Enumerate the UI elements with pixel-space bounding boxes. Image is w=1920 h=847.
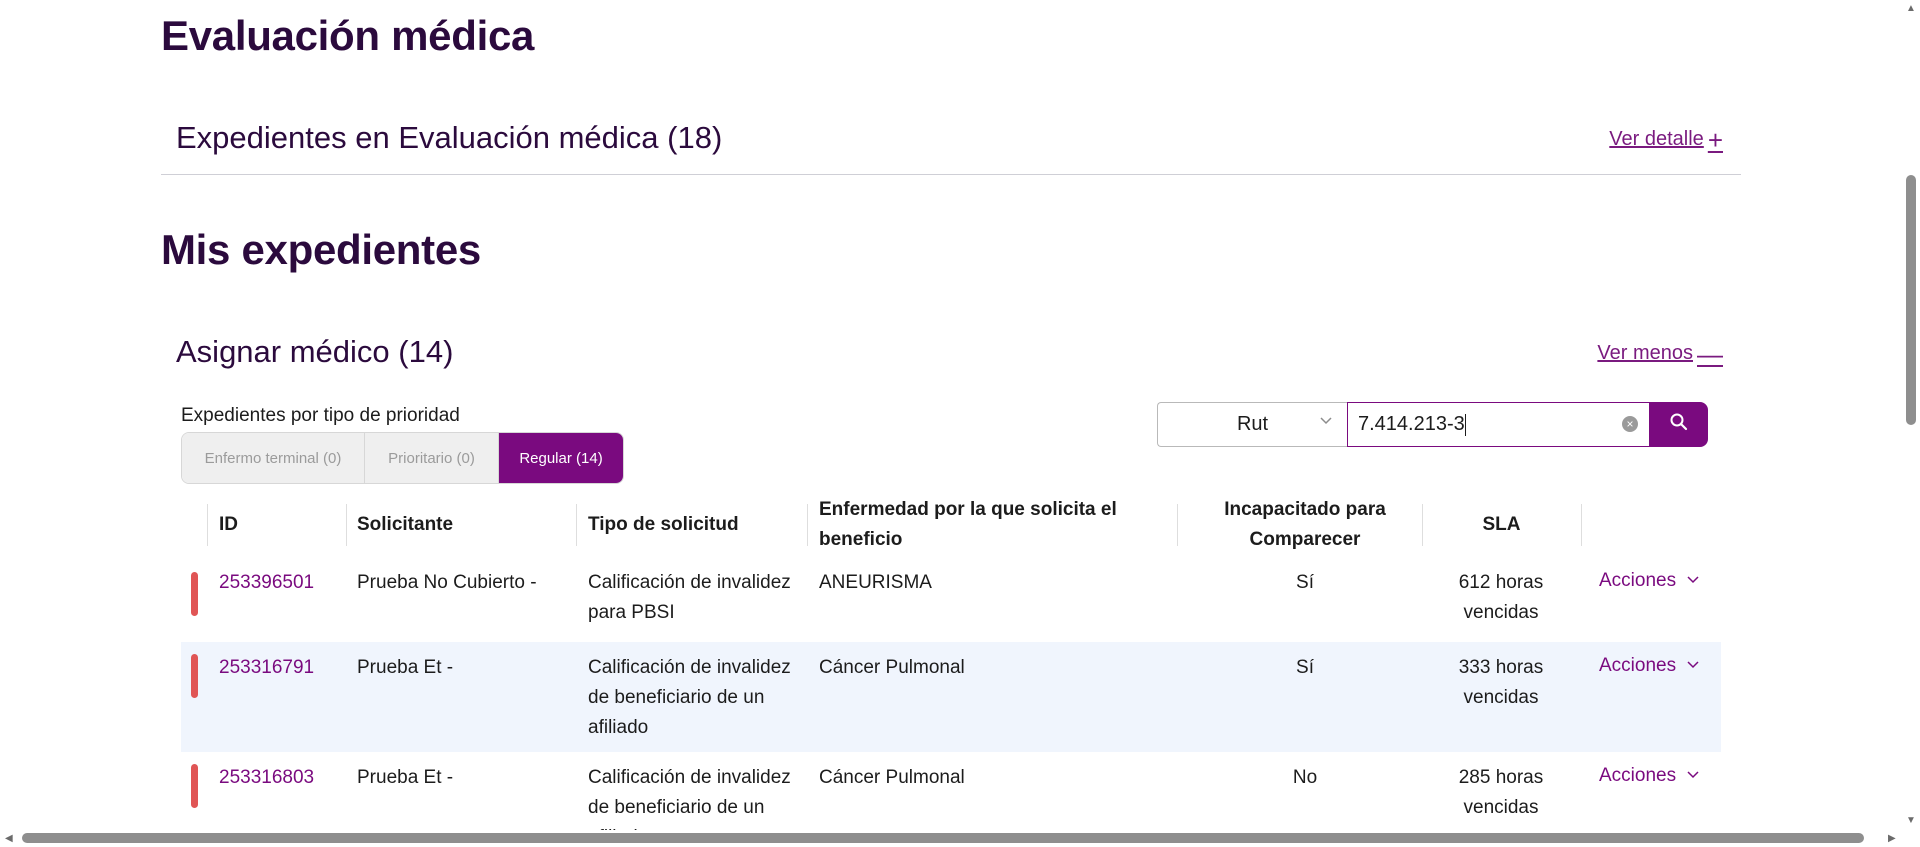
incapacitado-cell: Sí [1296, 657, 1314, 678]
chevron-down-icon [1686, 765, 1700, 787]
column-divider [807, 504, 808, 546]
acciones-label: Acciones [1599, 765, 1677, 786]
search-bar: Rut 7.414.213-3 × [1157, 402, 1708, 447]
table-header: ID Solicitante Tipo de solicitud Enferme… [181, 490, 1721, 560]
incapacitado-cell: Sí [1296, 572, 1314, 593]
ver-menos-link[interactable]: Ver menos — [1597, 338, 1723, 369]
column-header-id: ID [219, 514, 238, 535]
column-header-enfermedad: Enfermedad por la que solicita el benefi… [819, 499, 1117, 550]
sla-cell: 285 horas vencidas [1458, 767, 1544, 818]
column-divider [576, 504, 577, 546]
priority-filter-label: Expedientes por tipo de prioridad [181, 405, 460, 426]
acciones-label: Acciones [1599, 655, 1677, 676]
section-title: Asignar médico (14) [176, 334, 454, 369]
priority-option-prioritario[interactable]: Prioritario (0) [365, 433, 499, 483]
search-icon [1669, 412, 1689, 437]
chevron-down-icon [1319, 413, 1333, 432]
expediente-id-link[interactable]: 253316803 [219, 763, 314, 793]
page: Evaluación médica Expedientes en Evaluac… [0, 0, 1902, 830]
search-field-select[interactable]: Rut [1157, 402, 1347, 447]
chevron-down-icon [1686, 655, 1700, 677]
sla-cell: 333 horas vencidas [1458, 657, 1544, 708]
text-caret [1464, 413, 1466, 436]
column-divider [1581, 504, 1582, 546]
search-field-value: Rut [1236, 413, 1269, 435]
acciones-dropdown[interactable]: Acciones [1599, 655, 1700, 677]
column-divider [346, 504, 347, 546]
enfermedad-cell: ANEURISMA [819, 572, 932, 593]
column-header-sla: SLA [1482, 514, 1521, 535]
search-input[interactable]: 7.414.213-3 × [1347, 402, 1650, 447]
section-asignar-medico: Asignar médico (14) Ver menos — [161, 326, 1741, 376]
priority-marker [191, 572, 198, 616]
acciones-label: Acciones [1599, 570, 1677, 591]
clear-icon[interactable]: × [1622, 416, 1638, 432]
sla-cell: 612 horas vencidas [1458, 572, 1544, 623]
scroll-down-arrow-icon[interactable]: ▼ [1906, 816, 1916, 826]
acciones-dropdown[interactable]: Acciones [1599, 765, 1700, 787]
scroll-left-arrow-icon[interactable]: ◀ [5, 834, 13, 844]
column-divider [1422, 504, 1423, 546]
expediente-id-link[interactable]: 253316791 [219, 653, 314, 683]
search-button[interactable] [1650, 402, 1708, 447]
section-title: Expedientes en Evaluación médica (18) [176, 120, 723, 155]
horizontal-scrollbar-thumb[interactable] [22, 833, 1864, 843]
column-header-solicitante: Solicitante [357, 514, 454, 535]
tipo-cell: Calificación de invalidez de beneficiari… [588, 657, 791, 738]
incapacitado-cell: No [1292, 767, 1318, 788]
column-header-incapacitado: Incapacitado para Comparecer [1224, 499, 1386, 550]
table-row: 253396501 Prueba No Cubierto - Calificac… [181, 560, 1721, 640]
solicitante-cell: Prueba Et - [357, 657, 454, 678]
priority-segmented-control: Enfermo terminal (0) Prioritario (0) Reg… [181, 432, 624, 484]
priority-option-enfermo-terminal[interactable]: Enfermo terminal (0) [182, 433, 365, 483]
tipo-cell: Calificación de invalidez para PBSI [588, 572, 791, 623]
priority-option-regular[interactable]: Regular (14) [499, 433, 623, 483]
page-title-mis-expedientes: Mis expedientes [161, 226, 481, 273]
priority-marker [191, 764, 198, 808]
expedientes-table: ID Solicitante Tipo de solicitud Enferme… [181, 490, 1721, 560]
chevron-down-icon [1686, 570, 1700, 592]
tipo-cell: Calificación de invalidez de beneficiari… [588, 767, 791, 830]
scroll-up-arrow-icon[interactable]: ▲ [1906, 4, 1916, 14]
acciones-dropdown[interactable]: Acciones [1599, 570, 1700, 592]
ver-menos-label: Ver menos [1597, 342, 1693, 364]
ver-detalle-link[interactable]: Ver detalle + [1609, 124, 1723, 155]
vertical-scrollbar-thumb[interactable] [1906, 175, 1916, 425]
expediente-id-link[interactable]: 253396501 [219, 568, 314, 598]
solicitante-cell: Prueba Et - [357, 767, 454, 788]
page-title-evaluacion: Evaluación médica [161, 12, 535, 59]
scroll-right-arrow-icon[interactable]: ▶ [1888, 834, 1896, 844]
ver-detalle-label: Ver detalle [1609, 128, 1704, 150]
column-header-tipo: Tipo de solicitud [588, 514, 739, 535]
section-evaluacion-expedientes: Expedientes en Evaluación médica (18) Ve… [161, 112, 1741, 175]
column-divider [1177, 504, 1178, 546]
table-row: 253316803 Prueba Et - Calificación de in… [181, 752, 1721, 830]
priority-marker [191, 654, 198, 698]
column-divider [207, 504, 208, 546]
enfermedad-cell: Cáncer Pulmonal [819, 657, 965, 678]
scrollbar-corner [1902, 830, 1920, 847]
solicitante-cell: Prueba No Cubierto - [357, 572, 537, 593]
enfermedad-cell: Cáncer Pulmonal [819, 767, 965, 788]
minus-icon: — [1697, 338, 1723, 369]
plus-icon: + [1707, 124, 1723, 155]
search-input-value: 7.414.213-3 [1358, 413, 1465, 435]
table-row: 253316791 Prueba Et - Calificación de in… [181, 642, 1721, 752]
